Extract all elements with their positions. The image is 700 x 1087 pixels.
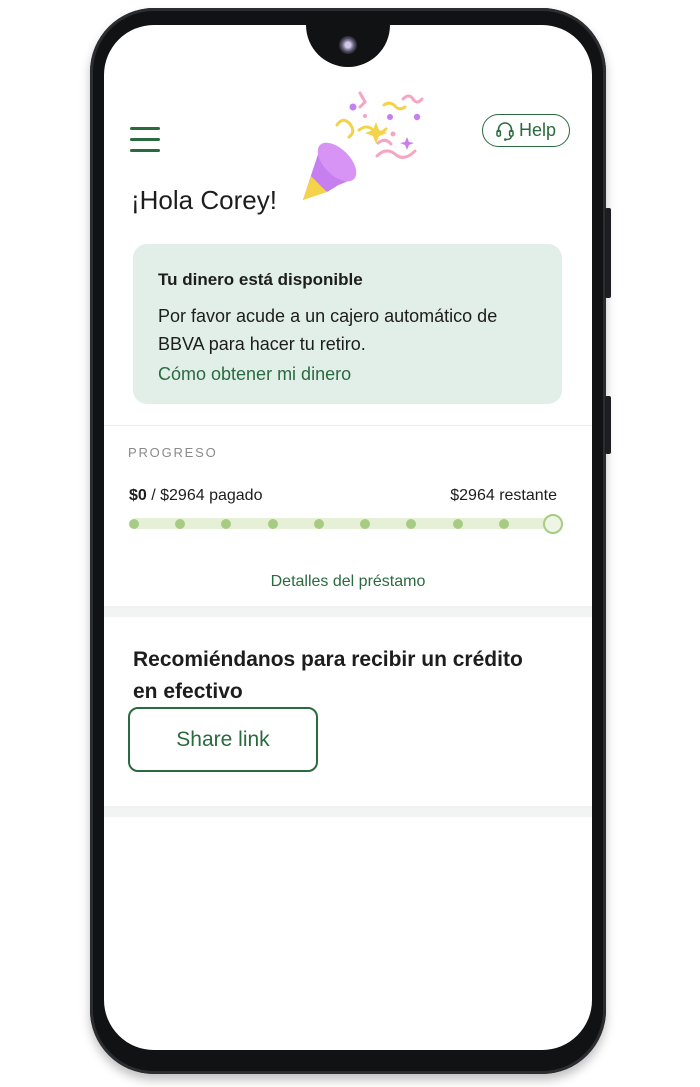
paid-amount-text: $0 / $2964 pagado [129, 487, 262, 505]
progress-step-final [543, 514, 563, 534]
progress-section-label: PROGRESO [128, 445, 218, 460]
help-button[interactable]: Help [482, 114, 570, 147]
paid-total: / $2964 pagado [146, 487, 263, 504]
headset-icon [496, 121, 514, 141]
payment-progress-bar [128, 513, 563, 535]
progress-step [498, 519, 509, 529]
progress-step [129, 519, 139, 529]
section-separator [104, 606, 592, 617]
paid-amount: $0 [129, 487, 147, 504]
divider [104, 425, 592, 426]
progress-track [131, 518, 551, 529]
power-button [605, 396, 611, 454]
loan-details-link[interactable]: Detalles del préstamo [104, 573, 592, 591]
referral-title: Recomiéndanos para recibir un crédito en… [133, 648, 523, 703]
progress-step [313, 519, 324, 529]
app-screen: ¡Hola Corey! Help Tu dinero está disponi… [104, 25, 592, 1050]
card-body: Por favor acude a un cajero automático d… [158, 306, 498, 354]
progress-step [267, 519, 278, 529]
share-link-button[interactable]: Share link [128, 707, 318, 772]
remaining-amount: $2964 restante [450, 487, 557, 504]
camera-notch [306, 25, 390, 67]
progress-step [452, 519, 463, 529]
how-to-get-money-link[interactable]: Cómo obtener mi dinero [158, 364, 351, 385]
section-separator [104, 806, 592, 817]
money-available-card: Tu dinero está disponible Por favor acud… [133, 244, 562, 404]
greeting-heading: ¡Hola Corey! [131, 185, 277, 215]
card-title: Tu dinero está disponible [158, 270, 363, 289]
front-camera-icon [339, 36, 357, 54]
party-popper-icon [303, 91, 424, 200]
phone-frame: ¡Hola Corey! Help Tu dinero está disponi… [90, 8, 611, 1074]
help-label: Help [518, 120, 557, 140]
volume-button [605, 208, 611, 298]
hamburger-menu-icon[interactable] [130, 125, 160, 155]
